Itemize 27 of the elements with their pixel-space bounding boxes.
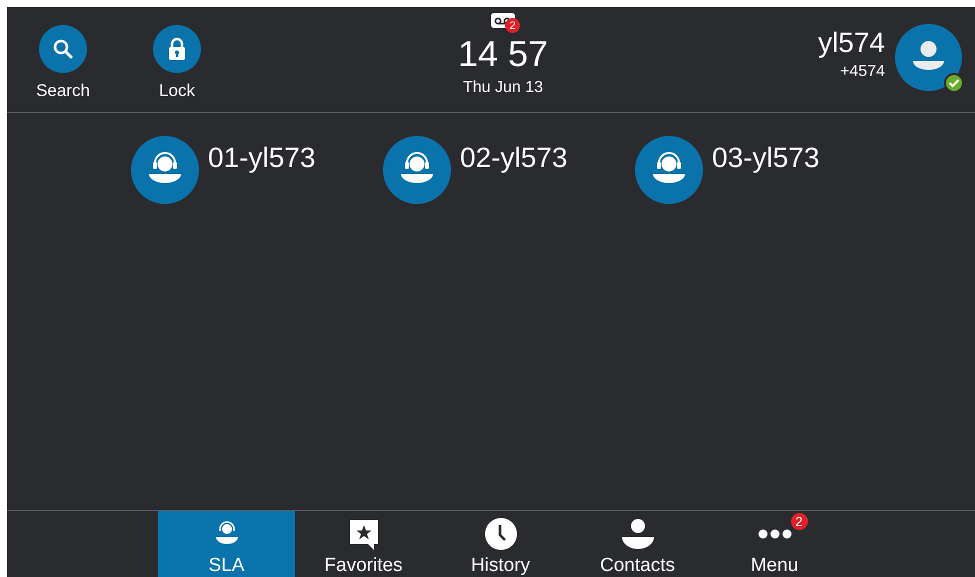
account-name: yl574 (818, 27, 885, 59)
count-badge: 2 (505, 18, 520, 33)
person-icon (620, 519, 654, 549)
nav-tab[interactable]: Favorites (295, 511, 432, 577)
clock-time: 14 57 (458, 33, 548, 75)
avatar-icon[interactable] (895, 24, 962, 91)
count-badge: 2 (790, 513, 808, 530)
date-text: Thu Jun 13 (462, 79, 544, 97)
lock-button[interactable]: Lock (145, 25, 209, 112)
lock-icon (167, 37, 187, 61)
line-key[interactable]: 01-yl573 (131, 136, 317, 204)
star-bubble-icon (348, 518, 380, 550)
nav-tab[interactable]: 2 Menu (706, 511, 843, 577)
headset-user-icon (214, 521, 240, 547)
headset-user-icon (635, 136, 703, 204)
nav-tab[interactable]: History (432, 511, 569, 577)
clock-icon (484, 518, 516, 550)
nav-tab[interactable]: Contacts (569, 511, 706, 577)
headset-user-icon (131, 136, 199, 204)
headset-user-icon (383, 136, 451, 204)
line-key[interactable]: 03-yl573 (635, 136, 821, 204)
nav-tab[interactable]: SLA (158, 511, 295, 577)
search-icon (51, 37, 75, 61)
search-button[interactable]: Search (31, 25, 95, 112)
line-key[interactable]: 02-yl573 (383, 136, 569, 204)
account-number: +4574 (840, 63, 885, 81)
more-icon (758, 529, 792, 539)
